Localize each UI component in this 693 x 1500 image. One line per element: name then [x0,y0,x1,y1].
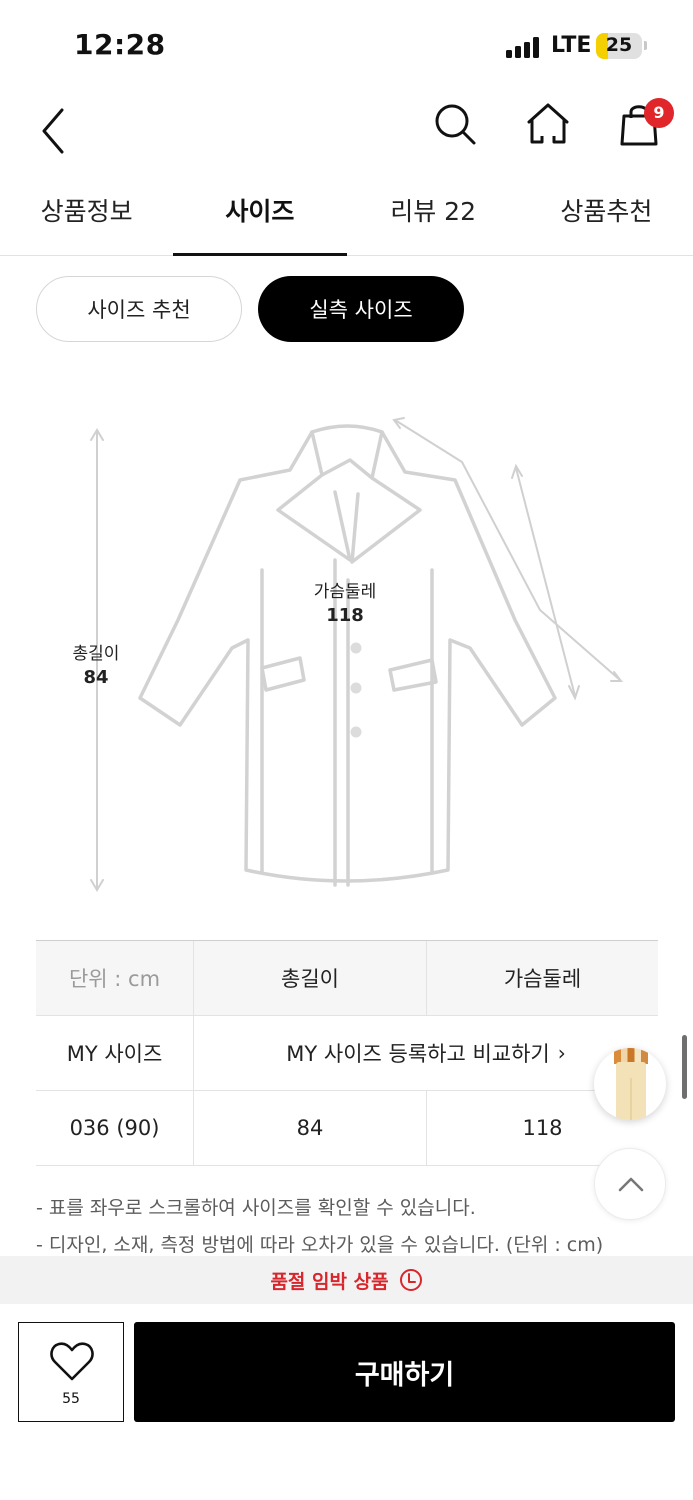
size-table[interactable]: 단위 : cm 총길이 가슴둘레 MY 사이즈 MY 사이즈 등록하고 비교하기… [36,940,658,1166]
battery-icon: 25 [596,33,642,59]
clock-icon [399,1269,422,1291]
table-header-row: 단위 : cm 총길이 가슴둘레 [36,941,658,1016]
length-header: 총길이 [194,941,427,1015]
size-name-cell: 036 (90) [36,1091,194,1165]
chest-label: 가슴둘레 118 [290,580,400,628]
tab-size[interactable]: 사이즈 [173,178,347,256]
battery-tip [644,41,647,50]
soldout-notice-bar: 품절 임박 상품 [0,1256,693,1304]
home-icon [527,103,569,144]
total-length-value: 84 [83,667,109,688]
back-button[interactable] [30,98,78,154]
status-bar: 12:28 LTE 25 [0,0,693,90]
actual-size-button[interactable]: 실측 사이즈 [258,276,464,342]
chest-header: 가슴둘레 [503,967,582,991]
cart-count-badge: 9 [644,98,674,128]
size-diagram: 총길이 84 가슴둘레 118 [0,380,693,920]
cart-button[interactable]: 9 [614,96,674,152]
chevron-up-icon [618,1177,644,1192]
scrollbar[interactable] [682,1035,687,1099]
register-my-size-link[interactable]: MY 사이즈 등록하고 비교하기 › [194,1016,658,1090]
length-cell: 84 [194,1091,427,1165]
my-size-row: MY 사이즈 MY 사이즈 등록하고 비교하기 › [36,1016,658,1091]
chevron-right-icon: › [557,1041,566,1065]
tab-product-info[interactable]: 상품정보 [0,178,173,255]
status-time: 12:28 [74,28,166,61]
unit-header: 단위 : cm [36,941,194,1015]
chest-title: 가슴둘레 [313,582,377,602]
soldout-notice-text: 품절 임박 상품 [270,1270,389,1293]
note-scroll: - 표를 좌우로 스크롤하여 사이즈를 확인할 수 있습니다. [36,1197,476,1219]
chest-value: 118 [326,605,364,626]
register-my-size-text: MY 사이즈 등록하고 비교하기 [286,1042,550,1066]
heart-icon [50,1342,94,1381]
product-tabs: 상품정보 사이즈 리뷰 22 상품추천 [0,178,693,256]
battery-level: 25 [605,34,633,56]
network-label: LTE [551,33,592,58]
top-nav: 9 [0,90,693,160]
total-length-label: 총길이 84 [60,642,132,690]
recent-product-thumbnail[interactable] [594,1048,666,1120]
home-button[interactable] [520,96,576,152]
search-icon [435,104,476,145]
signal-icon [506,36,544,58]
size-notes: - 표를 좌우로 스크롤하여 사이즈를 확인할 수 있습니다. - 디자인, 소… [36,1190,603,1264]
buy-button[interactable]: 구매하기 [134,1322,675,1422]
like-button[interactable]: 55 [18,1322,124,1422]
back-icon [42,108,64,154]
search-button[interactable] [428,98,484,154]
bottom-action-bar: 55 구매하기 [0,1304,693,1500]
like-count: 55 [62,1391,80,1407]
my-size-label: MY 사이즈 [36,1016,194,1090]
table-row: 036 (90) 84 118 [36,1091,658,1166]
total-length-title: 총길이 [72,644,120,664]
tab-recommendations[interactable]: 상품추천 [520,178,693,255]
scroll-to-top-button[interactable] [594,1148,666,1220]
size-recommend-button[interactable]: 사이즈 추천 [36,276,242,342]
tab-reviews[interactable]: 리뷰 22 [347,178,520,255]
